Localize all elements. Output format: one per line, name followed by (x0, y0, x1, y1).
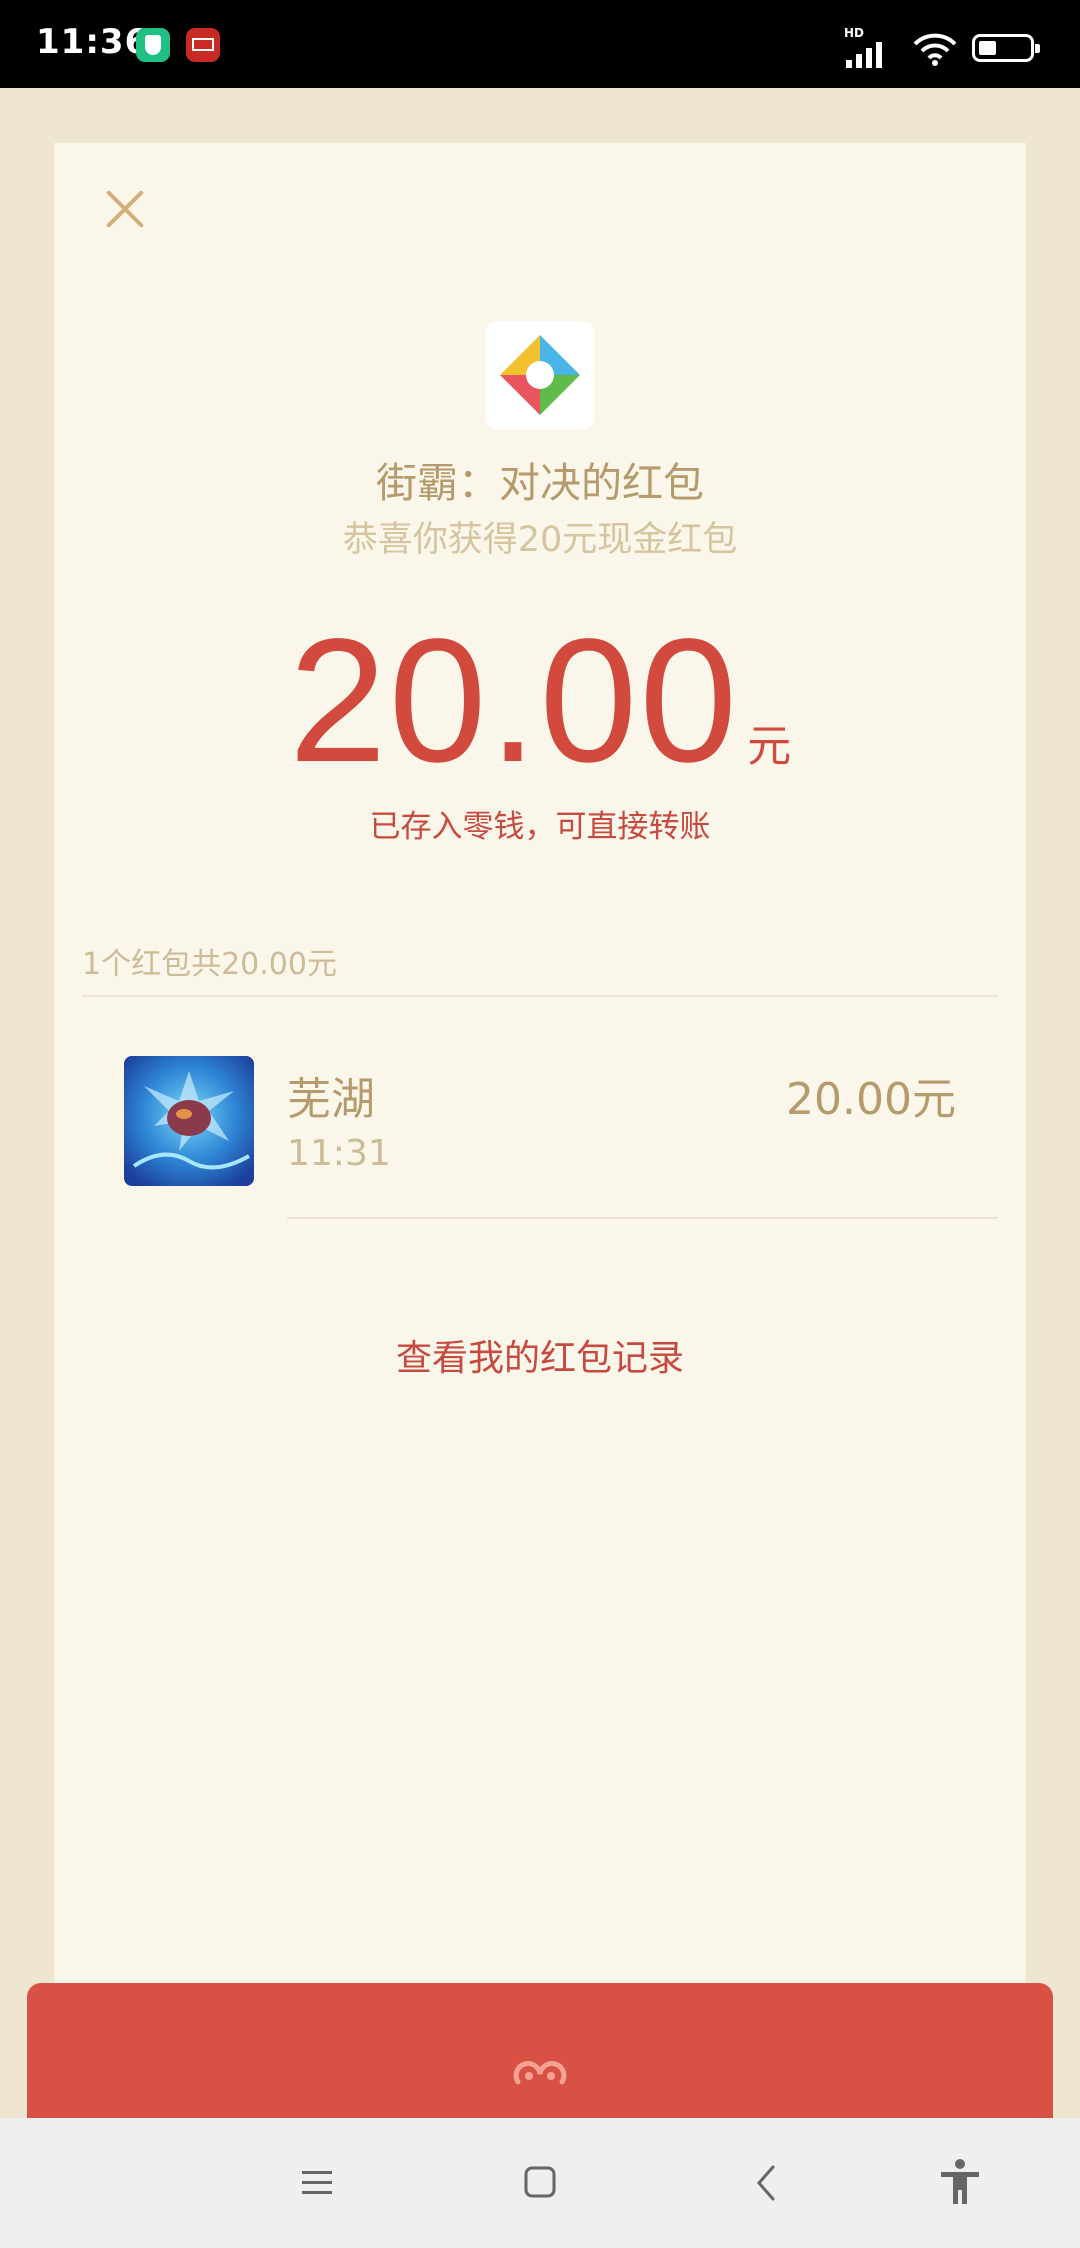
shield-app-icon (136, 28, 170, 62)
battery-icon (972, 34, 1040, 62)
packet-summary: 1个红包共20.00元 (82, 947, 337, 982)
home-icon[interactable] (507, 2150, 573, 2216)
wifi-icon (913, 33, 957, 66)
sender-title: 街霸：对决的红包 (376, 459, 704, 507)
status-indicators: HD (844, 26, 1044, 68)
cloud-swirl-icon (513, 2061, 567, 2085)
amount-unit: 元 (747, 721, 792, 772)
amount-display: 20.00 元 (54, 613, 1026, 789)
status-bar: 11:36 HD (0, 0, 1080, 88)
stored-note: 已存入零钱，可直接转账 (369, 809, 711, 845)
accessibility-icon[interactable] (927, 2150, 993, 2216)
amount-value: 20.00 (288, 603, 740, 799)
divider (287, 1217, 998, 1219)
jieba-app-icon (186, 28, 220, 62)
back-icon[interactable] (733, 2150, 799, 2216)
red-packet-card: 街霸：对决的红包 恭喜你获得20元现金红包 20.00 元 已存入零钱，可直接转账… (54, 143, 1026, 2033)
close-icon[interactable] (94, 179, 154, 239)
record-amount: 20.00元 (786, 1074, 956, 1125)
record-time: 11:31 (287, 1133, 391, 1174)
packet-subtitle: 恭喜你获得20元现金红包 (342, 520, 738, 560)
game-logo-icon (486, 321, 594, 429)
signal-icon (846, 38, 892, 68)
record-name: 芜湖 (287, 1074, 375, 1125)
red-packet-band (27, 1983, 1053, 2118)
status-time: 11:36 (36, 22, 150, 62)
view-history-link[interactable]: 查看我的红包记录 (54, 1329, 1026, 1381)
system-nav-bar (0, 2118, 1080, 2248)
zigzag-edge (54, 2024, 1026, 2036)
divider (82, 995, 998, 997)
dragon-avatar[interactable] (124, 1056, 254, 1186)
menu-icon[interactable] (284, 2150, 350, 2216)
